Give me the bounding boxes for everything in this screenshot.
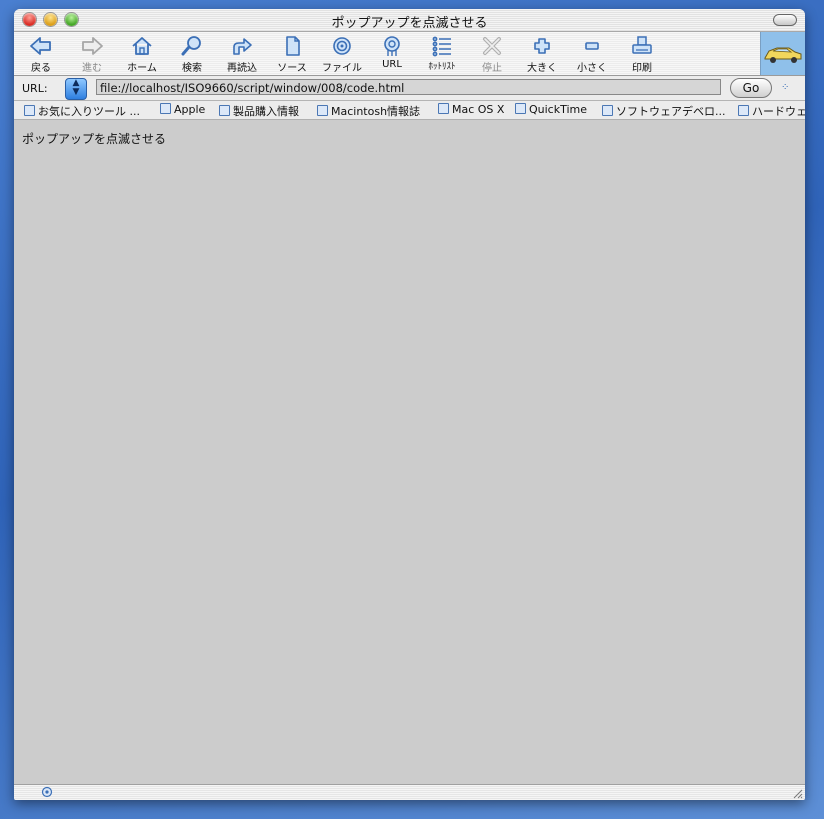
connection-status-icon	[41, 786, 53, 798]
address-bar: URL: ▲ ▼ file://localhost/ISO9660/script/…	[14, 76, 805, 101]
page-content: ポップアップを点滅させる	[14, 120, 805, 785]
search-icon	[181, 36, 201, 56]
title-bar[interactable]: ポップアップを点滅させる	[14, 9, 805, 32]
print-label: 印刷	[632, 63, 652, 74]
browser-logo	[760, 32, 805, 75]
up-down-arrows-icon: ▲ ▼	[72, 78, 80, 97]
favorite-item[interactable]: 製品購入情報	[219, 103, 299, 119]
folder-icon	[317, 105, 328, 116]
browser-window: ポップアップを点滅させる 戻る 進む ホーム 検索 再読込 ソース ファイル U…	[14, 9, 805, 800]
hotlist-label: ﾎｯﾄﾘｽﾄ	[428, 62, 456, 72]
page-icon	[438, 103, 449, 114]
forward-arrow-icon	[82, 37, 103, 55]
car-logo-icon	[764, 47, 802, 63]
folder-icon	[515, 103, 526, 114]
printer-icon	[632, 36, 652, 54]
text-smaller-button[interactable]: 小さく	[567, 35, 617, 74]
target-icon	[333, 37, 351, 55]
source-label: ソース	[277, 63, 307, 74]
favorite-item[interactable]: Mac OS X	[438, 103, 504, 116]
forward-button[interactable]: 進む	[67, 35, 117, 74]
url-globe-icon	[384, 36, 400, 56]
stop-label: 停止	[482, 63, 502, 74]
back-button[interactable]: 戻る	[16, 35, 66, 74]
search-label: 検索	[182, 63, 202, 74]
back-label: 戻る	[31, 63, 51, 74]
stop-button[interactable]: 停止	[467, 35, 517, 74]
resize-grip-icon[interactable]	[791, 787, 803, 799]
folder-icon	[219, 105, 230, 116]
smaller-label: 小さく	[577, 63, 607, 74]
favorite-item[interactable]: Macintosh情報誌	[317, 103, 420, 119]
status-bar	[14, 784, 805, 800]
toolbar: 戻る 進む ホーム 検索 再読込 ソース ファイル URL ﾎｯﾄﾘｽﾄ 停止 …	[14, 32, 805, 76]
bigger-label: 大きく	[527, 63, 557, 74]
search-button[interactable]: 検索	[167, 35, 217, 74]
folder-icon	[160, 103, 171, 114]
minus-icon	[585, 42, 599, 50]
url-button[interactable]: URL	[367, 35, 417, 70]
list-icon	[432, 36, 451, 57]
back-arrow-icon	[30, 37, 51, 55]
forward-label: 進む	[82, 63, 102, 74]
favorite-item[interactable]: お気に入りツール ...	[24, 103, 140, 119]
folder-icon	[24, 105, 35, 116]
favorites-bar: お気に入りツール ... Apple 製品購入情報 Macintosh情報誌 M…	[14, 101, 805, 120]
folder-icon	[738, 105, 749, 116]
favorite-item[interactable]: QuickTime	[515, 103, 587, 116]
source-button[interactable]: ソース	[267, 35, 317, 74]
url-field-label: URL:	[22, 82, 48, 95]
bookmark-grip-icon[interactable]: ⁘	[781, 82, 789, 93]
toolbar-toggle-button[interactable]	[773, 14, 797, 26]
folder-icon	[602, 105, 613, 116]
file-label: ファイル	[322, 63, 362, 74]
file-button[interactable]: ファイル	[317, 35, 367, 74]
favorite-item[interactable]: ハードウェ	[738, 103, 805, 119]
plus-icon	[534, 38, 550, 54]
window-title: ポップアップを点滅させる	[331, 16, 488, 31]
page-heading-text: ポップアップを点滅させる	[22, 132, 167, 146]
home-icon	[132, 37, 152, 55]
home-label: ホーム	[127, 63, 157, 74]
reload-button[interactable]: 再読込	[217, 35, 267, 74]
stop-x-icon	[483, 37, 501, 55]
reload-label: 再読込	[227, 63, 257, 74]
document-icon	[286, 36, 300, 56]
text-bigger-button[interactable]: 大きく	[517, 35, 567, 74]
url-history-popup-button[interactable]: ▲ ▼	[65, 78, 87, 100]
go-button[interactable]: Go	[730, 78, 772, 98]
reload-icon	[233, 38, 252, 55]
url-input[interactable]: file://localhost/ISO9660/script/window/0…	[96, 79, 721, 95]
url-label: URL	[382, 59, 402, 70]
hotlist-button[interactable]: ﾎｯﾄﾘｽﾄ	[417, 35, 467, 72]
favorite-item[interactable]: ソフトウェアデベロ...	[602, 103, 726, 119]
favorite-item[interactable]: Apple	[160, 103, 205, 116]
print-button[interactable]: 印刷	[617, 35, 667, 74]
home-button[interactable]: ホーム	[117, 35, 167, 74]
